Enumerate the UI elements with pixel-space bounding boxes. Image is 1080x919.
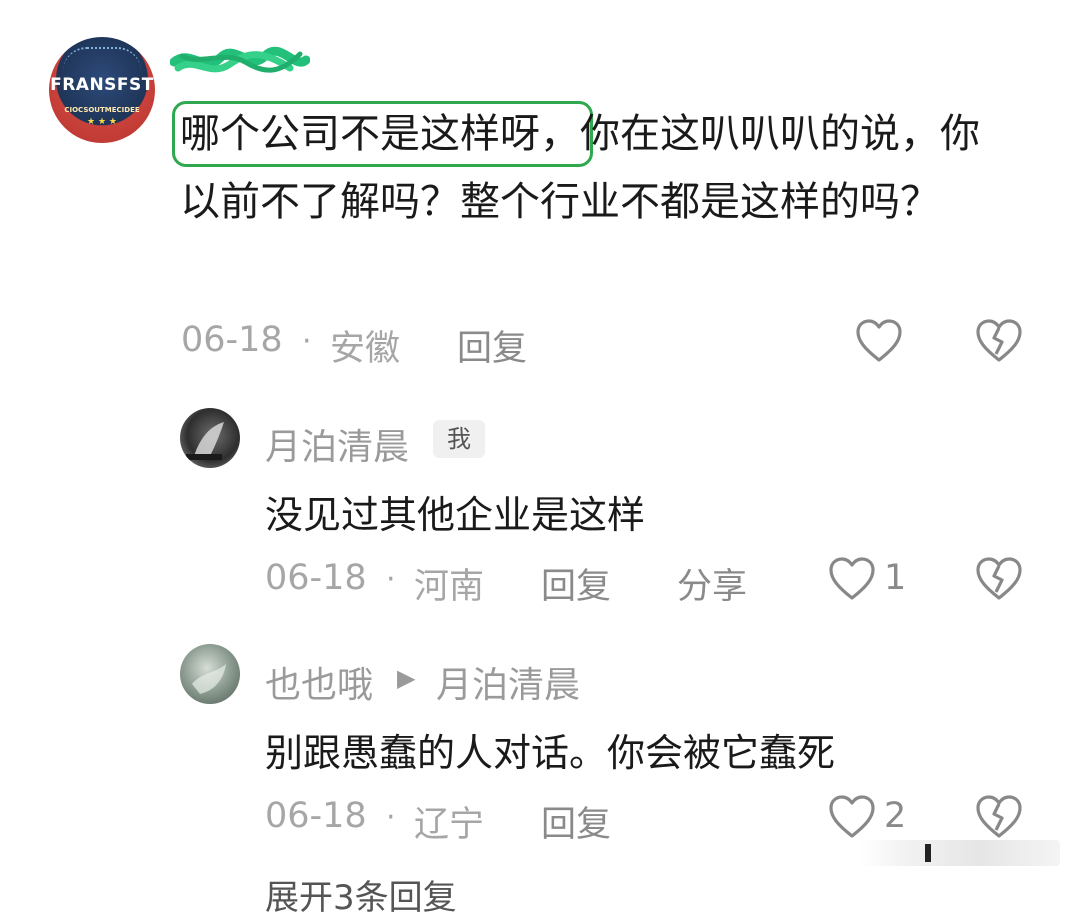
reply-button[interactable]: 回复 xyxy=(541,558,611,609)
reply-date: 06-18 xyxy=(265,796,367,836)
reply-avatar[interactable] xyxy=(180,644,240,704)
reply-date: 06-18 xyxy=(265,558,367,598)
reply-button[interactable]: 回复 xyxy=(457,320,527,371)
reply-text: 没见过其他企业是这样 xyxy=(265,493,646,537)
broken-heart-icon[interactable] xyxy=(975,556,1023,602)
reply-location: 辽宁 xyxy=(414,805,485,845)
heart-icon[interactable] xyxy=(855,318,903,364)
comment-text: 哪个公司不是这样呀，你在这叭叭叭的说，你以前不了解吗？整个行业不都是这样的吗？ xyxy=(180,100,1010,236)
comment-date: 06-18 xyxy=(181,320,283,360)
avatar-logo-subtext: CIOCSOUTMECIDEE xyxy=(64,106,140,114)
reply-avatar[interactable] xyxy=(180,408,240,468)
heart-icon[interactable] xyxy=(828,794,876,840)
broken-heart-icon[interactable] xyxy=(975,318,1023,364)
share-button[interactable]: 分享 xyxy=(677,558,747,609)
heart-icon[interactable] xyxy=(828,556,876,602)
broken-heart-icon[interactable] xyxy=(975,794,1023,840)
avatar-logo-text: FRANSFST xyxy=(50,75,154,95)
expand-replies-link[interactable]: 展开3条回复 xyxy=(265,870,457,919)
avatar[interactable]: FRANSFST CIOCSOUTMECIDEE ★ ★ ★ xyxy=(49,37,155,143)
watermark-mark xyxy=(925,844,931,862)
reply-location: 河南 xyxy=(414,567,485,607)
redacted-username-scribble xyxy=(170,46,310,73)
reply-to-username[interactable]: 月泊清晨 xyxy=(436,656,580,708)
like-count: 2 xyxy=(884,796,907,836)
like-count: 1 xyxy=(884,558,907,598)
meta-separator: · xyxy=(302,324,312,359)
avatar-decoration xyxy=(63,47,141,71)
reply-arrow-icon: ▶ xyxy=(397,664,416,692)
reply-text: 别跟愚蠢的人对话。你会被它蠢死 xyxy=(265,731,836,775)
comment-text-highlighted: 哪个公司不是这样呀 xyxy=(180,111,540,157)
avatar-stars: ★ ★ ★ xyxy=(87,117,117,127)
meta-separator: · xyxy=(386,562,396,597)
reply-username[interactable]: 也也哦 xyxy=(265,656,373,708)
meta-separator: · xyxy=(386,800,396,835)
reply-button[interactable]: 回复 xyxy=(541,796,611,847)
watermark xyxy=(860,840,1060,866)
reply-username[interactable]: 月泊清晨 xyxy=(265,418,409,470)
comment-location: 安徽 xyxy=(330,329,401,369)
author-tag: 我 xyxy=(433,420,485,458)
